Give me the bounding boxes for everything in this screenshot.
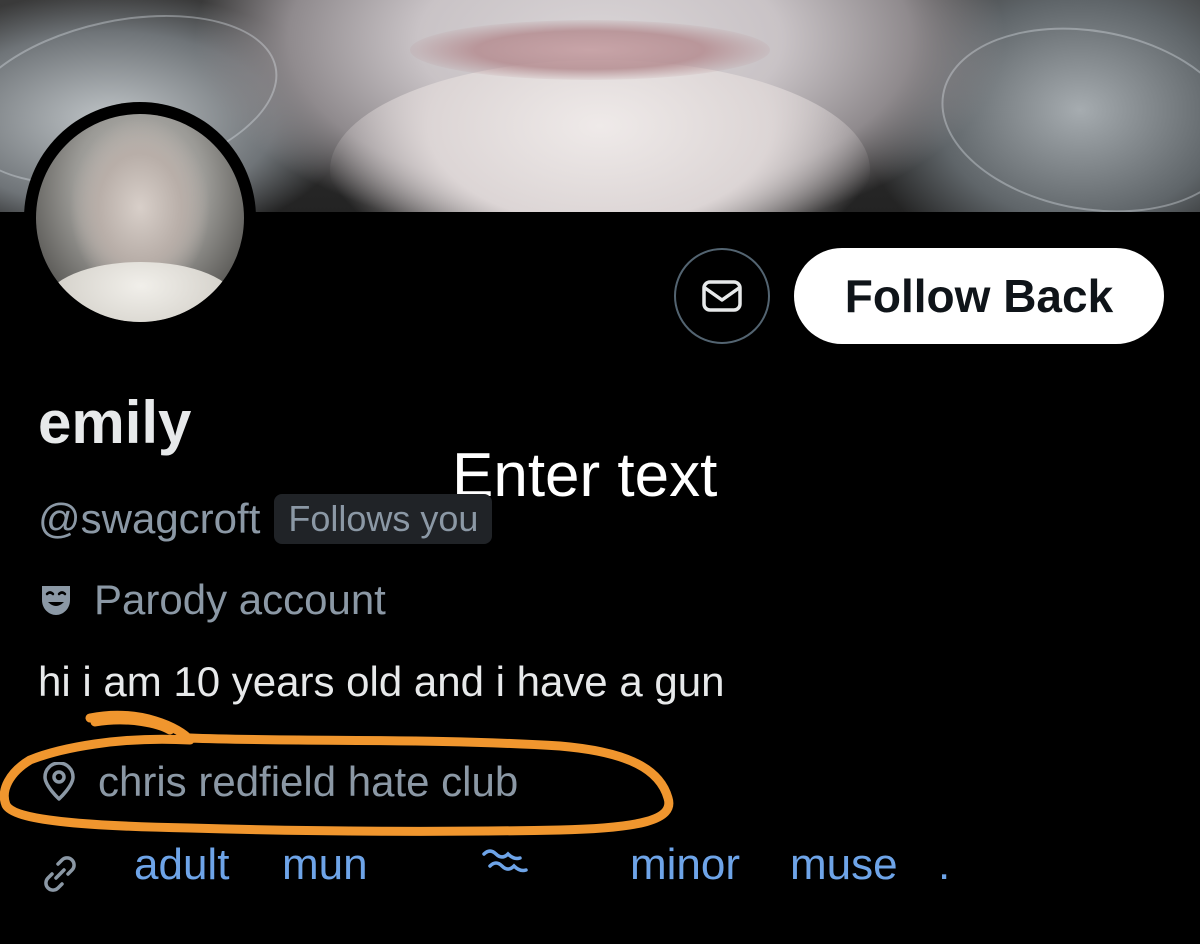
banner-lips: [410, 20, 770, 80]
link-dot[interactable]: .: [938, 840, 950, 890]
wave-icon: [482, 849, 528, 873]
banner-face: [330, 60, 870, 212]
avatar-shirt: [46, 262, 236, 322]
avatar-image: [36, 114, 244, 322]
message-button[interactable]: [674, 248, 770, 344]
envelope-icon: [702, 280, 742, 312]
link-adult[interactable]: adult: [134, 840, 229, 890]
banner-hair-right: [926, 5, 1200, 212]
bio: hi i am 10 years old and i have a gun: [38, 658, 725, 705]
display-name: emily: [38, 389, 192, 456]
link-icon: [44, 856, 76, 892]
location-row: chris redfield hate club: [40, 758, 518, 806]
theater-mask-icon: [42, 586, 70, 615]
handle-row: @swagcroft Follows you: [38, 494, 493, 544]
location-text: chris redfield hate club: [98, 758, 519, 805]
user-handle: @swagcroft: [38, 495, 261, 542]
follows-you-badge: Follows you: [274, 494, 493, 544]
link-minor[interactable]: minor: [630, 840, 740, 890]
links-row: adult mun minor muse .: [38, 840, 1038, 900]
avatar[interactable]: [24, 102, 256, 334]
follow-back-button[interactable]: Follow Back: [794, 248, 1164, 344]
location-pin-icon: [43, 762, 75, 801]
parody-row: Parody account: [38, 576, 386, 624]
link-mun[interactable]: mun: [282, 840, 368, 890]
parody-account-label: Parody account: [94, 576, 386, 623]
link-muse[interactable]: muse: [790, 840, 898, 890]
